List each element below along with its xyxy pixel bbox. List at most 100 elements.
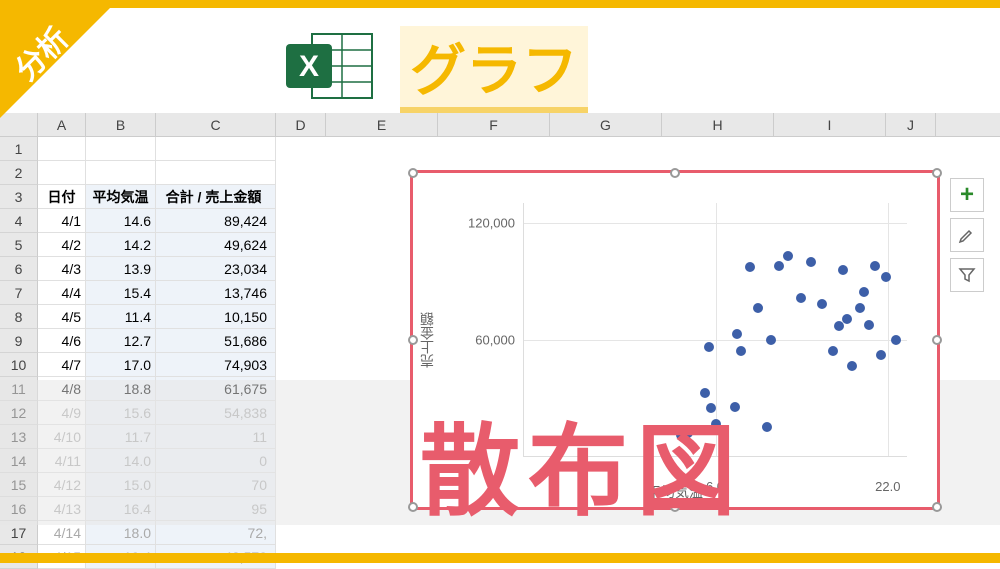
column-headers: A B C D E F G H I J <box>0 113 1000 137</box>
overlay-scatter-title: 散布図 <box>420 390 744 535</box>
col-header-F[interactable]: F <box>438 113 550 136</box>
row-header[interactable]: 7 <box>0 281 38 305</box>
cell[interactable]: 51,686 <box>156 329 276 353</box>
cell[interactable]: 11.4 <box>86 305 156 329</box>
y-tick: 60,000 <box>475 333 515 348</box>
col-header-E[interactable]: E <box>326 113 438 136</box>
cell[interactable]: 4/3 <box>38 257 86 281</box>
col-header-C[interactable]: C <box>156 113 276 136</box>
cell[interactable]: 13,746 <box>156 281 276 305</box>
cell[interactable]: 18.0 <box>86 521 156 545</box>
cell[interactable]: 10,150 <box>156 305 276 329</box>
scatter-point <box>745 262 755 272</box>
cell[interactable]: 4/2 <box>38 233 86 257</box>
row-header[interactable]: 11 <box>0 377 38 401</box>
cell[interactable]: 4/5 <box>38 305 86 329</box>
row-header[interactable]: 9 <box>0 329 38 353</box>
scatter-point <box>842 314 852 324</box>
resize-handle[interactable] <box>932 168 942 178</box>
scatter-point <box>855 303 865 313</box>
header-sum[interactable]: 合計 / 売上金額 <box>156 185 276 209</box>
row-header[interactable]: 17 <box>0 521 38 545</box>
cell[interactable]: 4/7 <box>38 353 86 377</box>
cell[interactable]: 70 <box>156 473 276 497</box>
resize-handle[interactable] <box>932 502 942 512</box>
col-header-D[interactable]: D <box>276 113 326 136</box>
row-header[interactable]: 12 <box>0 401 38 425</box>
row-header[interactable]: 6 <box>0 257 38 281</box>
bottom-accent-bar <box>0 553 1000 563</box>
scatter-point <box>870 261 880 271</box>
scatter-point <box>753 303 763 313</box>
cell[interactable]: 49,624 <box>156 233 276 257</box>
cell[interactable]: 4/1 <box>38 209 86 233</box>
cell[interactable]: 72, <box>156 521 276 545</box>
cell[interactable]: 14.2 <box>86 233 156 257</box>
cells-grid[interactable]: 日付 平均気温 合計 / 売上金額 4/114.689,424 4/214.24… <box>38 137 276 569</box>
cell[interactable]: 61,675 <box>156 377 276 401</box>
chart-styles-button[interactable] <box>950 218 984 252</box>
row-header[interactable]: 15 <box>0 473 38 497</box>
row-header[interactable]: 10 <box>0 353 38 377</box>
cell[interactable]: 4/14 <box>38 521 86 545</box>
cell[interactable]: 11.7 <box>86 425 156 449</box>
cell[interactable]: 74,903 <box>156 353 276 377</box>
header-date[interactable]: 日付 <box>38 185 86 209</box>
scatter-point <box>891 335 901 345</box>
col-header-I[interactable]: I <box>774 113 886 136</box>
cell[interactable]: 0 <box>156 449 276 473</box>
top-accent-bar <box>0 0 1000 8</box>
cell[interactable]: 4/6 <box>38 329 86 353</box>
resize-handle[interactable] <box>408 168 418 178</box>
cell[interactable]: 15.0 <box>86 473 156 497</box>
excel-icon: X <box>280 26 380 106</box>
page-title: グラフ <box>400 26 588 113</box>
cell[interactable]: 18.8 <box>86 377 156 401</box>
cell[interactable]: 4/10 <box>38 425 86 449</box>
scatter-point <box>834 321 844 331</box>
cell[interactable]: 12.7 <box>86 329 156 353</box>
cell[interactable]: 4/4 <box>38 281 86 305</box>
cell[interactable]: 13.9 <box>86 257 156 281</box>
cell[interactable]: 4/12 <box>38 473 86 497</box>
cell[interactable]: 4/11 <box>38 449 86 473</box>
col-header-J[interactable]: J <box>886 113 936 136</box>
row-header[interactable]: 14 <box>0 449 38 473</box>
row-header[interactable]: 8 <box>0 305 38 329</box>
cell[interactable]: 15.4 <box>86 281 156 305</box>
cell[interactable]: 14.6 <box>86 209 156 233</box>
row-header[interactable]: 13 <box>0 425 38 449</box>
cell[interactable]: 54,838 <box>156 401 276 425</box>
header-temp[interactable]: 平均気温 <box>86 185 156 209</box>
scatter-point <box>704 342 714 352</box>
cell[interactable]: 89,424 <box>156 209 276 233</box>
row-header[interactable]: 16 <box>0 497 38 521</box>
row-header[interactable]: 3 <box>0 185 38 209</box>
cell[interactable]: 15.6 <box>86 401 156 425</box>
cell[interactable]: 4/8 <box>38 377 86 401</box>
cell[interactable]: 4/9 <box>38 401 86 425</box>
cell[interactable]: 11 <box>156 425 276 449</box>
resize-handle[interactable] <box>670 168 680 178</box>
cell[interactable]: 4/13 <box>38 497 86 521</box>
chart-filter-button[interactable] <box>950 258 984 292</box>
row-header[interactable]: 4 <box>0 209 38 233</box>
chart-elements-button[interactable]: + <box>950 178 984 212</box>
brush-icon <box>957 225 977 245</box>
row-header[interactable]: 2 <box>0 161 38 185</box>
header: 分析 X グラフ <box>0 8 1000 113</box>
col-header-G[interactable]: G <box>550 113 662 136</box>
cell[interactable]: 95 <box>156 497 276 521</box>
cell[interactable]: 14.0 <box>86 449 156 473</box>
col-header-H[interactable]: H <box>662 113 774 136</box>
scatter-point <box>732 329 742 339</box>
filter-icon <box>957 265 977 285</box>
row-header[interactable]: 1 <box>0 137 38 161</box>
scatter-point <box>859 287 869 297</box>
cell[interactable]: 23,034 <box>156 257 276 281</box>
cell[interactable]: 16.4 <box>86 497 156 521</box>
cell[interactable]: 17.0 <box>86 353 156 377</box>
row-header[interactable]: 5 <box>0 233 38 257</box>
resize-handle[interactable] <box>408 502 418 512</box>
resize-handle[interactable] <box>932 335 942 345</box>
